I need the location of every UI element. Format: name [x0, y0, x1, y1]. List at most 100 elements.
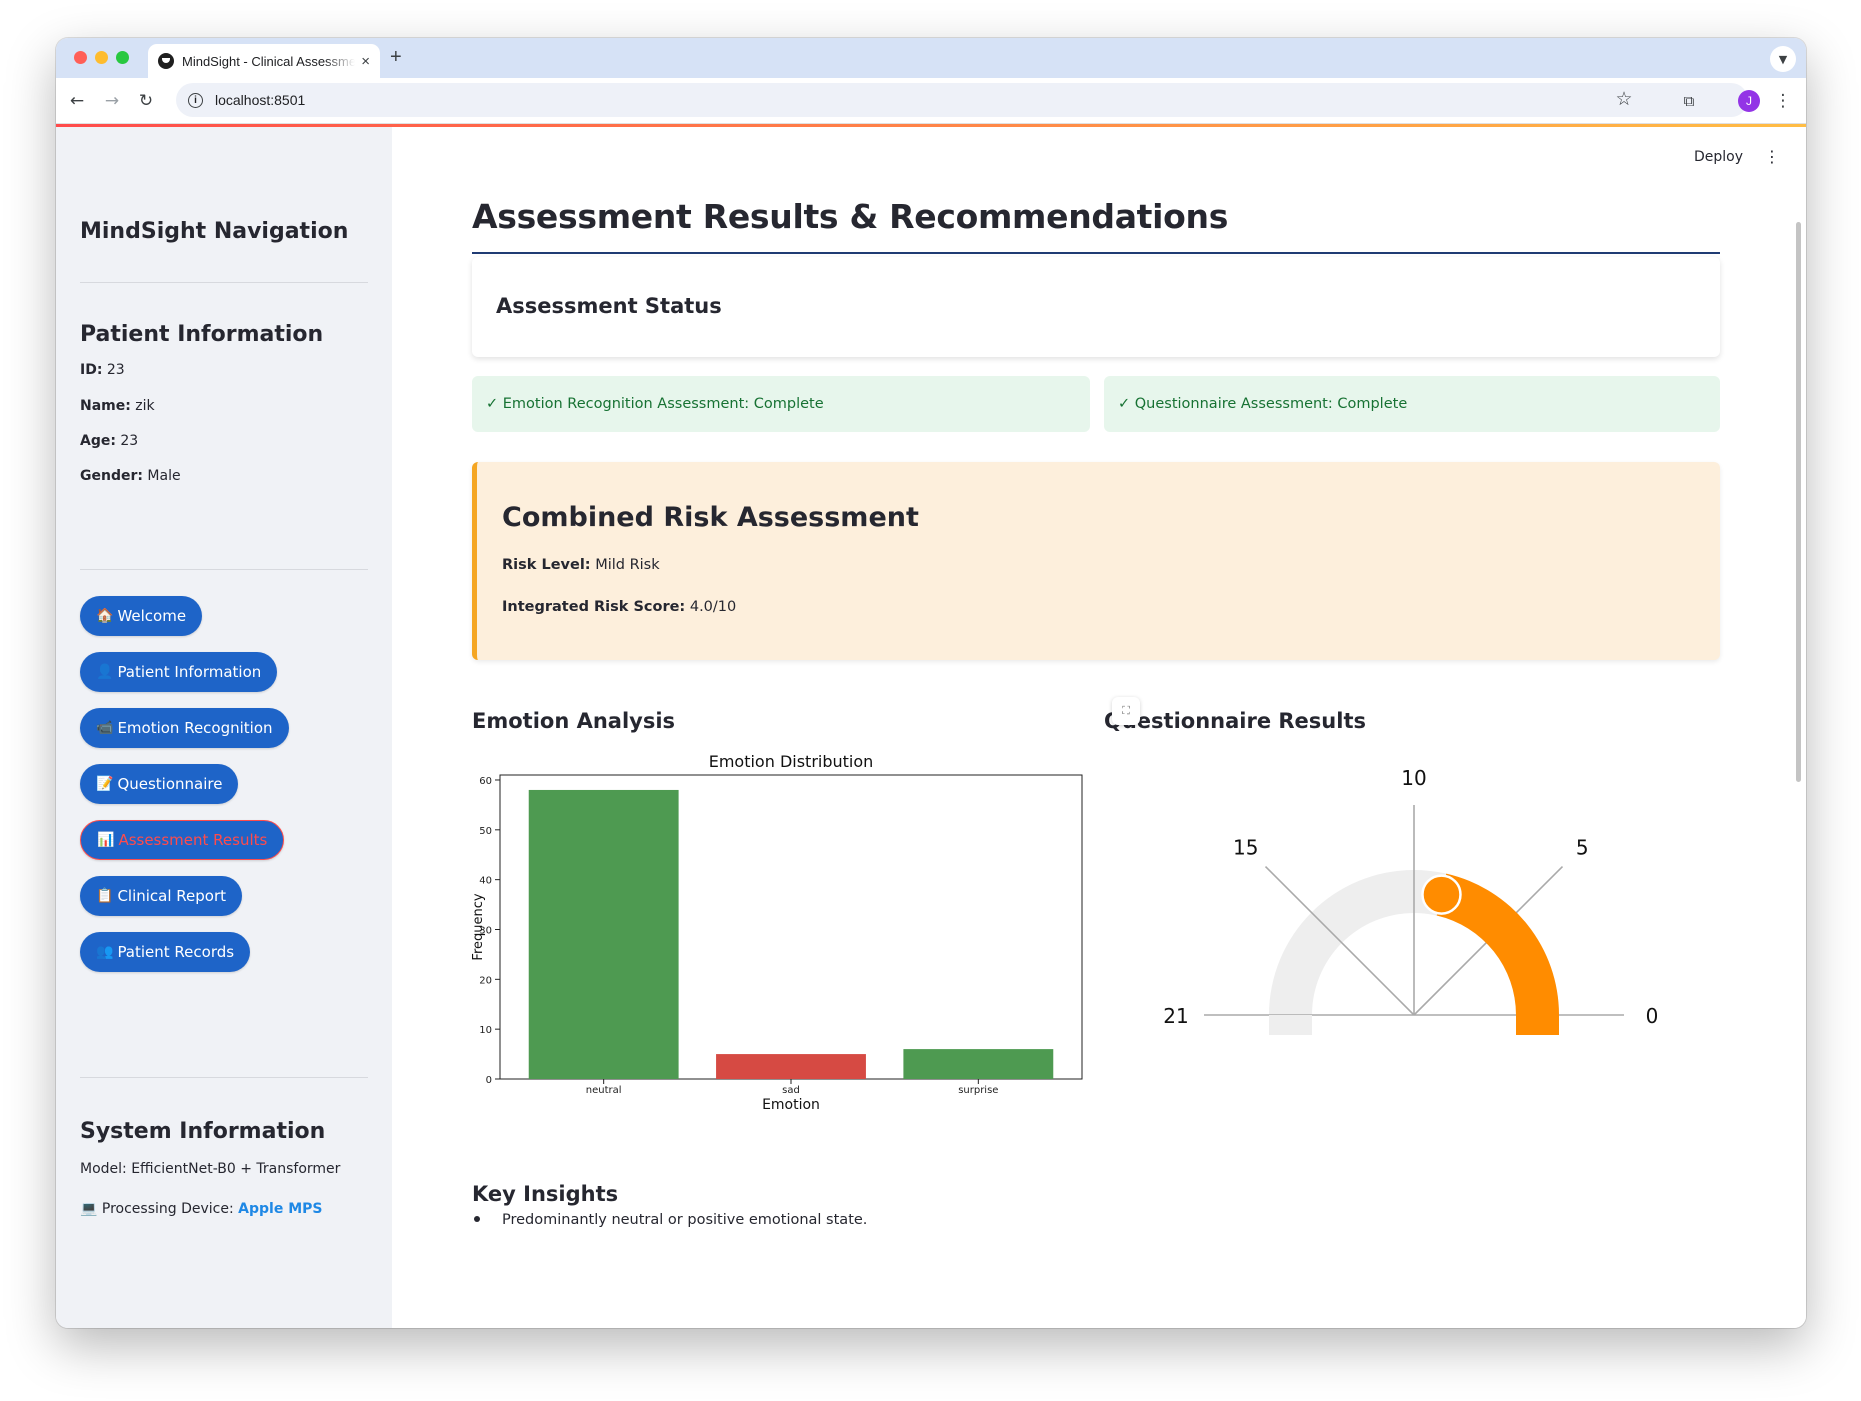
emotion-status-alert: ✓ Emotion Recognition Assessment: Comple… [472, 376, 1090, 432]
device-info: 💻 Processing Device: Apple MPS [80, 1201, 323, 1217]
url-text: localhost:8501 [215, 92, 306, 108]
person-icon: 👤 [96, 664, 114, 680]
sidebar: MindSight Navigation Patient Information… [56, 127, 392, 1328]
forward-arrow-icon[interactable]: → [99, 88, 125, 114]
nav-button-questionnaire[interactable]: 📝 Questionnaire [80, 764, 239, 804]
y-tick-label: 10 [479, 1025, 492, 1036]
questionnaire-status-alert: ✓ Questionnaire Assessment: Complete [1104, 376, 1720, 432]
assessment-status-title: Assessment Status [496, 294, 722, 318]
laptop-icon: 💻 [80, 1201, 98, 1217]
back-arrow-icon[interactable]: ← [64, 88, 90, 114]
x-tick-label: sad [782, 1085, 800, 1096]
key-insights-heading: Key Insights [472, 1182, 619, 1206]
bar-sad [716, 1054, 866, 1079]
x-tick-label: surprise [958, 1085, 998, 1096]
browser-tab[interactable]: MindSight - Clinical Assessment × [148, 44, 380, 78]
y-tick-label: 20 [479, 975, 492, 986]
risk-level: Risk Level: Mild Risk [502, 557, 660, 573]
nav-button-welcome[interactable]: 🏠 Welcome [80, 596, 203, 636]
memo-icon: 📝 [96, 776, 114, 792]
clipboard-icon: 📋 [96, 888, 114, 904]
home-icon: 🏠 [96, 608, 114, 624]
profile-avatar[interactable]: J [1738, 90, 1760, 112]
nav-button-patient-records[interactable]: 👥 Patient Records [80, 932, 251, 972]
app-menu-icon[interactable]: ⋮ [1764, 147, 1780, 166]
nav-button-label: Patient Information [117, 663, 262, 681]
questionnaire-results-heading: Questionnaire Results [1104, 709, 1366, 733]
gauge-tick-label: 15 [1233, 836, 1258, 860]
risk-score: Integrated Risk Score: 4.0/10 [502, 599, 737, 615]
page-title: Assessment Results & Recommendations [472, 197, 1229, 236]
scrollbar[interactable] [1796, 222, 1801, 782]
minimize-window-button[interactable] [95, 51, 108, 64]
tab-title: MindSight - Clinical Assessment [182, 53, 356, 69]
insight-list-item: Predominantly neutral or positive emotio… [472, 1212, 867, 1228]
combined-risk-title: Combined Risk Assessment [502, 502, 919, 533]
emotion-distribution-chart: Emotion Distribution0102030405060Frequen… [471, 752, 1083, 1113]
nav-button-label: Questionnaire [117, 775, 223, 793]
bar-neutral [528, 789, 679, 1079]
site-info-icon[interactable]: i [188, 92, 203, 108]
combined-risk-card: Combined Risk Assessment Risk Level: Mil… [472, 462, 1720, 660]
maximize-window-button[interactable] [116, 51, 129, 64]
x-tick-label: neutral [586, 1085, 622, 1096]
extensions-puzzle-icon[interactable]: ⧉ [1676, 88, 1702, 114]
nav-button-label: Assessment Results [118, 831, 268, 849]
nav-button-label: Patient Records [117, 943, 235, 961]
main-content: Deploy ⋮ Assessment Results & Recommenda… [392, 127, 1806, 1328]
nav-button-patient-information[interactable]: 👤 Patient Information [80, 652, 278, 692]
sidebar-divider [80, 569, 368, 570]
x-axis-label: Emotion [762, 1097, 820, 1113]
browser-toolbar: ← → ↻ i localhost:8501 ☆ ⧉ J ⋮ [56, 78, 1806, 124]
gauge-value-marker [1421, 874, 1462, 915]
browser-menu-icon[interactable]: ⋮ [1770, 88, 1796, 114]
address-bar[interactable]: i localhost:8501 [176, 83, 1748, 117]
patient-id: ID: 23 [80, 362, 125, 378]
nav-button-emotion-recognition[interactable]: 📹 Emotion Recognition [80, 708, 289, 748]
nav-button-clinical-report[interactable]: 📋 Clinical Report [80, 876, 243, 916]
gauge-bar-cap [1516, 1015, 1559, 1035]
assessment-status-card: Assessment Status [472, 257, 1720, 357]
patient-gender: Gender: Male [80, 468, 181, 484]
reload-icon[interactable]: ↻ [133, 88, 159, 114]
patient-name: Name: zik [80, 398, 155, 414]
chart-title: Emotion Distribution [709, 752, 874, 771]
nav-button-label: Emotion Recognition [117, 719, 273, 737]
close-window-button[interactable] [74, 51, 87, 64]
gauge-tick-label: 0 [1646, 1004, 1659, 1028]
bookmark-star-icon[interactable]: ☆ [1611, 86, 1637, 112]
sidebar-nav-title: MindSight Navigation [80, 219, 349, 244]
emotion-analysis-heading: Emotion Analysis [472, 709, 676, 733]
people-icon: 👥 [96, 944, 114, 960]
sidebar-divider [80, 282, 368, 283]
title-underline [472, 252, 1720, 254]
sidebar-system-title: System Information [80, 1119, 326, 1144]
tab-search-chevron-icon[interactable]: ▼ [1770, 46, 1796, 72]
model-info: Model: EfficientNet-B0 + Transformer [80, 1161, 341, 1177]
nav-button-assessment-results[interactable]: 📊 Assessment Results [80, 820, 285, 860]
streamlit-favicon-icon [158, 53, 174, 69]
bar-chart-icon: 📊 [97, 832, 115, 848]
tab-close-icon[interactable]: × [361, 53, 370, 70]
gauge-tick-label: 5 [1576, 836, 1589, 860]
questionnaire-gauge-chart: 0 5 10 15 21 [1163, 766, 1659, 1035]
deploy-button[interactable]: Deploy [1694, 149, 1743, 165]
gauge-track-cap [1269, 1015, 1312, 1035]
bar-surprise [903, 1049, 1054, 1079]
device-value: Apple MPS [238, 1201, 323, 1217]
sidebar-divider [80, 1077, 368, 1078]
patient-age: Age: 23 [80, 433, 139, 449]
new-tab-button[interactable]: + [390, 46, 402, 69]
y-tick-label: 0 [486, 1075, 492, 1086]
tab-strip: MindSight - Clinical Assessment × + ▼ [56, 38, 1806, 78]
y-tick-label: 50 [479, 826, 492, 837]
gauge-tick-label: 10 [1401, 766, 1426, 790]
browser-window: MindSight - Clinical Assessment × + ▼ ← … [56, 38, 1806, 1328]
nav-button-label: Welcome [117, 607, 187, 625]
y-tick-label: 60 [479, 776, 492, 787]
gauge-tick-label: 21 [1163, 1004, 1188, 1028]
y-tick-label: 40 [479, 876, 492, 887]
y-axis-label: Frequency [471, 893, 486, 960]
fullscreen-icon[interactable]: ⛶ [1112, 697, 1140, 725]
window-controls [74, 51, 129, 64]
